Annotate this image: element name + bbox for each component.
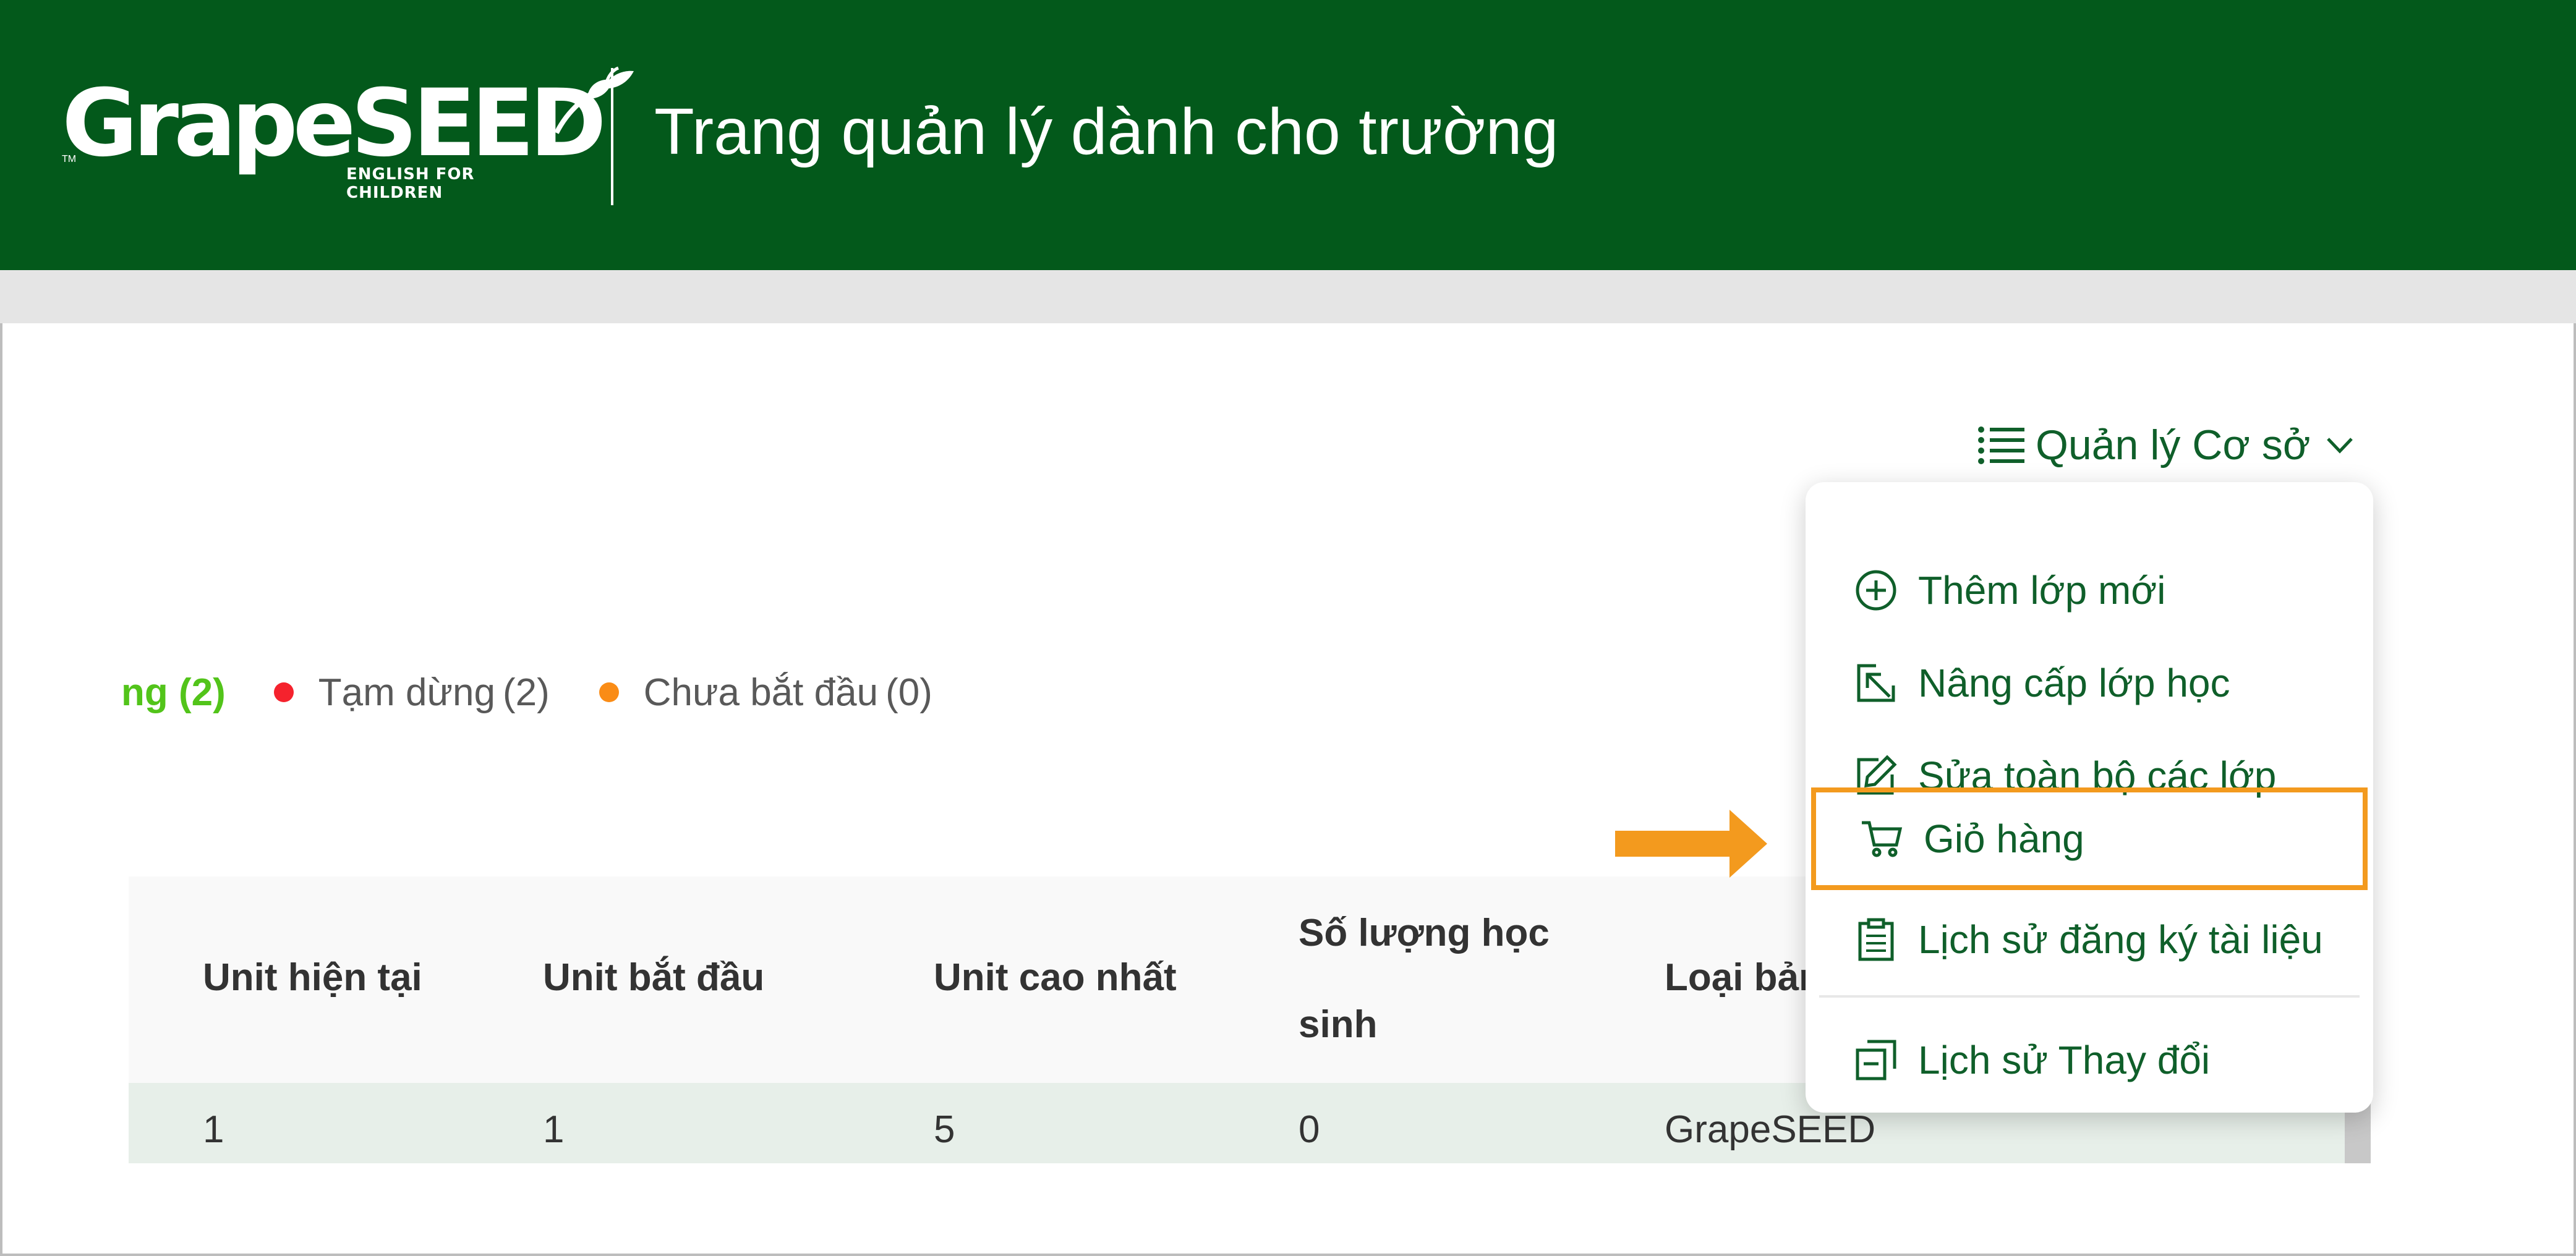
history-icon [1856,1040,1896,1080]
menu-item-label: Thêm lớp mới [1918,568,2166,613]
col-header-license-type[interactable]: Loại bản [1665,932,1822,1024]
cell-license-type: GrapeSEED [1665,1108,1876,1151]
menu-item-change-history[interactable]: Lịch sử Thay đổi [1806,1014,2373,1106]
chevron-down-icon [2327,438,2353,454]
menu-item-cart[interactable]: Giỏ hàng [1811,787,2368,890]
menu-item-upgrade-class[interactable]: Nâng cấp lớp học [1806,637,2373,729]
status-dot-not-started [599,682,619,702]
manage-campus-dropdown: Thêm lớp mới Nâng cấp lớp học Sửa toàn b… [1806,482,2373,1113]
manage-campus-label: Quản lý Cơ sở [2036,422,2311,469]
app-header: TM GrapeSEED ENGLISH FOR CHILDREN Trang … [0,0,2576,270]
menu-item-label: Lịch sử đăng ký tài liệu [1918,917,2323,962]
leaf-icon [554,66,634,134]
status-not-started-label[interactable]: Chưa bắt đầu [644,671,878,715]
col-header-start-unit[interactable]: Unit bắt đầu [543,932,764,1024]
status-paused-label[interactable]: Tạm dừng [318,671,495,715]
cart-icon [1862,821,1903,857]
col-header-current-unit[interactable]: Unit hiện tại [203,932,422,1024]
cell-start-unit: 1 [543,1108,565,1151]
menu-item-label: Lịch sử Thay đổi [1918,1038,2211,1082]
sub-header-bar [0,270,2576,323]
plus-circle-icon [1856,570,1896,611]
status-paused-count: (2) [502,671,550,714]
arrow-right-icon [1615,810,1767,878]
status-not-started-count: (0) [885,671,932,714]
logo-wordmark: GrapeSEED [62,70,607,177]
status-active[interactable]: ng (2) [121,671,226,715]
list-icon [1978,426,2024,464]
col-header-student-count[interactable]: Số lượng học sinh [1299,888,1558,1071]
class-status-legend: ng (2) Tạm dừng (2) Chưa bắt đầu (0) [121,668,932,717]
header-divider [611,68,613,205]
menu-item-label: Nâng cấp lớp học [1918,661,2230,705]
logo-tagline: ENGLISH FOR CHILDREN [346,165,475,202]
menu-item-add-class[interactable]: Thêm lớp mới [1806,544,2373,637]
status-dot-paused [273,682,294,702]
upgrade-arrow-icon [1857,664,1895,702]
menu-item-material-request-history[interactable]: Lịch sử đăng ký tài liệu [1806,893,2373,986]
cell-max-unit: 5 [934,1108,955,1151]
menu-divider [1819,995,2360,998]
manage-campus-menu-button[interactable]: Quản lý Cơ sở [1977,420,2353,470]
clipboard-icon [1858,918,1894,961]
cell-student-count: 0 [1299,1108,1320,1151]
page-title: Trang quản lý dành cho trường [654,95,1559,168]
grapeseed-logo[interactable]: TM GrapeSEED ENGLISH FOR CHILDREN [62,65,634,202]
col-header-max-unit[interactable]: Unit cao nhất [934,932,1177,1024]
cell-current-unit: 1 [203,1108,224,1151]
menu-item-label: Giỏ hàng [1924,817,2084,861]
